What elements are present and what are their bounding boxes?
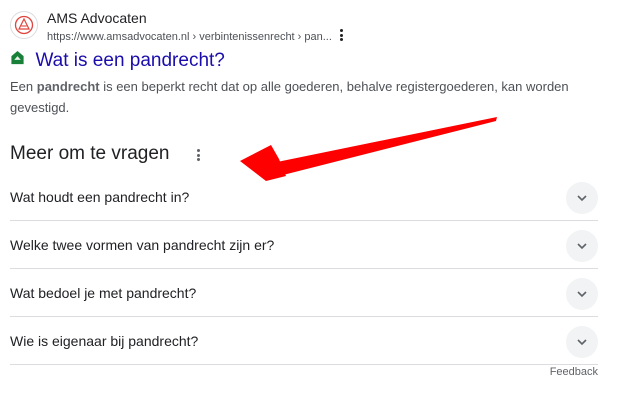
result-snippet: Een pandrecht is een beperkt recht dat o… xyxy=(10,76,570,118)
site-header[interactable]: AMS Advocaten https://www.amsadvocaten.n… xyxy=(10,10,370,46)
chevron-down-icon[interactable] xyxy=(566,278,598,310)
result-title-row[interactable]: Wat is een pandrecht? xyxy=(10,50,225,72)
site-url[interactable]: https://www.amsadvocaten.nl › verbinteni… xyxy=(47,31,332,43)
more-vert-icon[interactable] xyxy=(336,28,346,44)
paa-question-text: Welke twee vormen van pandrecht zijn er? xyxy=(10,237,275,253)
paa-question[interactable]: Wie is eigenaar bij pandrecht? xyxy=(10,317,598,365)
feedback-link[interactable]: Feedback xyxy=(550,366,598,378)
chevron-down-icon[interactable] xyxy=(566,230,598,262)
paa-question-list: Wat houdt een pandrecht in? Welke twee v… xyxy=(10,173,598,365)
paa-question-text: Wat bedoel je met pandrecht? xyxy=(10,285,197,301)
paa-question[interactable]: Wat houdt een pandrecht in? xyxy=(10,173,598,221)
chevron-down-icon[interactable] xyxy=(566,182,598,214)
paa-question[interactable]: Welke twee vormen van pandrecht zijn er? xyxy=(10,221,598,269)
paa-question-text: Wie is eigenaar bij pandrecht? xyxy=(10,333,199,349)
paa-question[interactable]: Wat bedoel je met pandrecht? xyxy=(10,269,598,317)
snippet-text-start: Een xyxy=(10,79,37,94)
ams-logo-icon xyxy=(10,11,38,39)
snippet-highlight: pandrecht xyxy=(36,79,100,94)
chevron-down-icon[interactable] xyxy=(566,326,598,358)
more-vert-icon[interactable] xyxy=(193,148,203,164)
paa-heading: Meer om te vragen xyxy=(10,143,170,164)
site-name[interactable]: AMS Advocaten xyxy=(47,10,147,26)
paa-question-text: Wat houdt een pandrecht in? xyxy=(10,189,190,205)
green-shield-icon xyxy=(10,50,25,70)
result-title-link[interactable]: Wat is een pandrecht? xyxy=(35,50,224,71)
